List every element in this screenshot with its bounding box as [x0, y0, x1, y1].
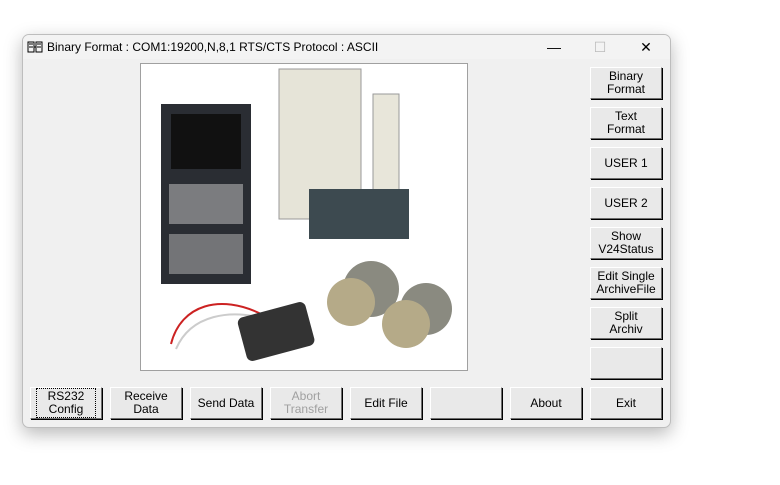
blank-bottom-button[interactable] [430, 387, 502, 419]
hardware-image [140, 63, 468, 371]
edit-file-button[interactable]: Edit File [350, 387, 422, 419]
send-data-button[interactable]: Send Data [190, 387, 262, 419]
minimize-button[interactable]: — [531, 35, 577, 59]
split-archiv-button[interactable]: Split Archiv [590, 307, 662, 339]
receive-data-button[interactable]: Receive Data [110, 387, 182, 419]
user2-button[interactable]: USER 2 [590, 187, 662, 219]
about-button[interactable]: About [510, 387, 582, 419]
abort-transfer-button[interactable]: Abort Transfer [270, 387, 342, 419]
user1-button[interactable]: USER 1 [590, 147, 662, 179]
binary-format-button[interactable]: Binary Format [590, 67, 662, 99]
rs232-config-button[interactable]: RS232 Config [30, 387, 102, 419]
text-format-button[interactable]: Text Format [590, 107, 662, 139]
app-icon [27, 41, 43, 53]
main-window: Binary Format : COM1:19200,N,8,1 RTS/CTS… [22, 34, 671, 428]
blank-side-button[interactable] [590, 347, 662, 379]
edit-single-archivefile-button[interactable]: Edit Single ArchiveFile [590, 267, 662, 299]
close-button[interactable]: ✕ [623, 35, 669, 59]
rs232-config-label: RS232 Config [36, 388, 96, 418]
show-v24status-button[interactable]: Show V24Status [590, 227, 662, 259]
maximize-button[interactable]: ☐ [577, 35, 623, 59]
window-title: Binary Format : COM1:19200,N,8,1 RTS/CTS… [47, 40, 379, 54]
exit-button[interactable]: Exit [590, 387, 662, 419]
title-bar: Binary Format : COM1:19200,N,8,1 RTS/CTS… [23, 35, 670, 59]
